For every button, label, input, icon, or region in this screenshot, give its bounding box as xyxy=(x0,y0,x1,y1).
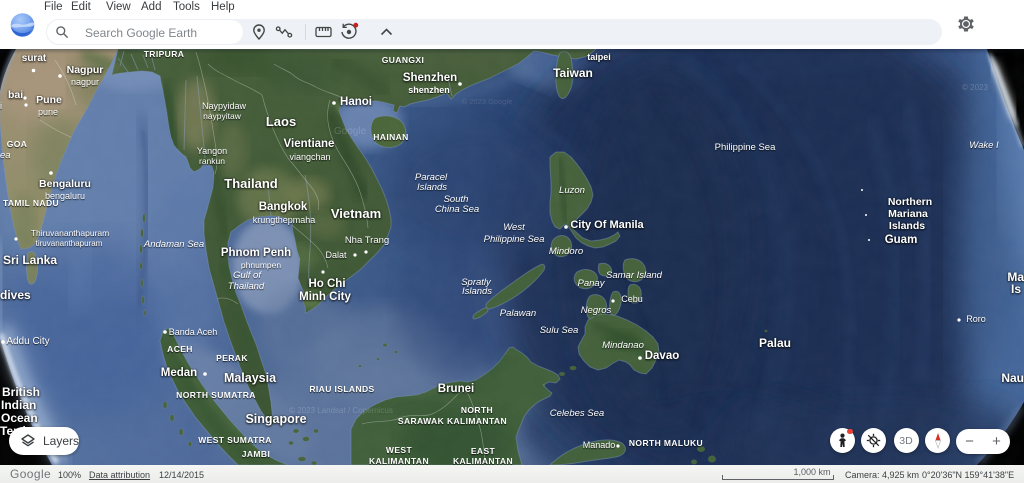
svg-text:Dalat: Dalat xyxy=(325,250,347,260)
svg-text:EAST: EAST xyxy=(471,446,496,456)
svg-text:Addu City: Addu City xyxy=(6,336,49,347)
svg-text:West: West xyxy=(503,222,525,233)
svg-text:phnumpen: phnumpen xyxy=(241,260,281,270)
svg-text:© 2023 Landsat / Copernicus: © 2023 Landsat / Copernicus xyxy=(289,406,393,415)
svg-text:Palau: Palau xyxy=(759,336,791,350)
svg-text:Thiruvananthapuram: Thiruvananthapuram xyxy=(31,228,109,238)
svg-text:Phnom Penh: Phnom Penh xyxy=(221,247,291,259)
svg-text:RIAU ISLANDS: RIAU ISLANDS xyxy=(309,384,374,394)
svg-text:Negros: Negros xyxy=(581,305,612,316)
svg-text:bai: bai xyxy=(8,89,23,101)
svg-text:Is: Is xyxy=(1011,282,1021,296)
svg-text:PERAK: PERAK xyxy=(216,353,248,363)
svg-text:Luzon: Luzon xyxy=(559,185,585,196)
svg-text:Ocean: Ocean xyxy=(1,411,38,425)
svg-text:Nagpur: Nagpur xyxy=(67,64,104,76)
svg-text:Panay: Panay xyxy=(578,278,606,289)
svg-text:Wake I: Wake I xyxy=(969,140,999,151)
svg-text:KALIMANTAN: KALIMANTAN xyxy=(447,416,507,426)
svg-text:JAMBI: JAMBI xyxy=(242,449,270,459)
svg-text:Medan: Medan xyxy=(161,367,197,379)
svg-text:Sri Lanka: Sri Lanka xyxy=(3,253,57,267)
svg-text:naypyitaw: naypyitaw xyxy=(203,111,242,121)
svg-text:SARAWAK: SARAWAK xyxy=(398,416,445,426)
svg-text:Philippine Sea: Philippine Sea xyxy=(715,142,776,153)
svg-text:Islands: Islands xyxy=(417,182,447,193)
svg-text:GOA: GOA xyxy=(7,139,28,149)
svg-text:taipei: taipei xyxy=(587,52,611,62)
svg-text:Bangkok: Bangkok xyxy=(259,201,308,213)
svg-text:Indian: Indian xyxy=(1,398,36,412)
svg-text:Andaman Sea: Andaman Sea xyxy=(143,239,204,250)
svg-text:Laos: Laos xyxy=(266,114,296,129)
svg-text:TAMIL NADU: TAMIL NADU xyxy=(3,198,59,208)
svg-text:Manado: Manado xyxy=(583,440,616,450)
svg-text:Palawan: Palawan xyxy=(500,308,536,319)
svg-text:WEST: WEST xyxy=(386,445,413,455)
svg-text:Sulu Sea: Sulu Sea xyxy=(540,325,579,336)
svg-text:Nau: Nau xyxy=(1001,371,1024,385)
svg-text:Samar Island: Samar Island xyxy=(606,270,663,281)
svg-text:Malaysia: Malaysia xyxy=(224,371,277,385)
svg-text:Mariana: Mariana xyxy=(888,208,928,220)
svg-text:British: British xyxy=(2,385,40,399)
svg-text:KALIMANTAN: KALIMANTAN xyxy=(453,456,513,465)
svg-text:Banda Aceh: Banda Aceh xyxy=(169,327,218,337)
svg-text:ea: ea xyxy=(0,150,11,161)
svg-text:© 2023: © 2023 xyxy=(962,83,988,92)
svg-text:krungthepmaha: krungthepmaha xyxy=(253,215,316,225)
svg-text:Davao: Davao xyxy=(645,350,680,362)
svg-text:GUANGXI: GUANGXI xyxy=(382,55,424,65)
svg-text:WEST SUMATRA: WEST SUMATRA xyxy=(198,435,272,445)
svg-text:Ho Chi: Ho Chi xyxy=(308,278,345,290)
svg-text:Naypyidaw: Naypyidaw xyxy=(202,101,247,111)
svg-text:Thailand: Thailand xyxy=(224,176,278,191)
svg-text:viangchan: viangchan xyxy=(289,152,330,162)
svg-text:Gulf of: Gulf of xyxy=(233,270,262,281)
svg-text:© 2023 Google: © 2023 Google xyxy=(462,97,513,106)
svg-text:Cebu: Cebu xyxy=(621,294,643,304)
svg-text:TRIPURA: TRIPURA xyxy=(144,49,185,59)
svg-text:HAINAN: HAINAN xyxy=(373,132,408,142)
svg-text:Mindoro: Mindoro xyxy=(549,246,583,257)
svg-text:Bengaluru: Bengaluru xyxy=(39,178,91,190)
svg-text:nagpur: nagpur xyxy=(71,77,99,87)
svg-text:NORTH SUMATRA: NORTH SUMATRA xyxy=(176,390,256,400)
svg-text:Vientiane: Vientiane xyxy=(284,138,335,150)
svg-text:tiruvananthapuram: tiruvananthapuram xyxy=(36,239,103,248)
svg-text:Celebes Sea: Celebes Sea xyxy=(550,408,604,419)
svg-text:shenzhen: shenzhen xyxy=(408,85,450,95)
svg-text:Minh City: Minh City xyxy=(299,291,351,303)
svg-text:Taiwan: Taiwan xyxy=(553,66,593,80)
svg-text:Mindanao: Mindanao xyxy=(602,340,644,351)
svg-text:pune: pune xyxy=(38,107,58,117)
svg-text:Roro: Roro xyxy=(966,314,986,324)
svg-text:Shenzhen: Shenzhen xyxy=(403,72,457,84)
svg-text:ACEH: ACEH xyxy=(167,344,193,354)
svg-text:i: i xyxy=(0,101,2,111)
svg-text:City Of Manila: City Of Manila xyxy=(570,219,644,231)
svg-text:Islands: Islands xyxy=(462,286,492,297)
svg-text:Vietnam: Vietnam xyxy=(331,206,381,221)
svg-text:Nha Trang: Nha Trang xyxy=(345,235,389,246)
svg-text:Yangon: Yangon xyxy=(197,146,227,156)
svg-text:Hanoi: Hanoi xyxy=(340,96,372,108)
svg-text:Islands: Islands xyxy=(889,220,925,232)
svg-text:KALIMANTAN: KALIMANTAN xyxy=(369,456,429,465)
svg-text:NORTH: NORTH xyxy=(461,405,493,415)
svg-text:Philippine Sea: Philippine Sea xyxy=(484,234,545,245)
svg-text:China Sea: China Sea xyxy=(435,204,479,215)
svg-text:Guam: Guam xyxy=(885,234,918,246)
svg-text:Pune: Pune xyxy=(36,94,62,106)
svg-text:surat: surat xyxy=(22,53,47,64)
svg-text:Thailand: Thailand xyxy=(228,281,265,292)
svg-text:Brunei: Brunei xyxy=(438,383,474,395)
svg-text:rankun: rankun xyxy=(199,156,225,166)
svg-text:Northern: Northern xyxy=(888,196,932,208)
svg-text:Google: Google xyxy=(334,126,367,137)
svg-text:NORTH MALUKU: NORTH MALUKU xyxy=(629,438,703,448)
svg-text:dives: dives xyxy=(0,288,31,302)
